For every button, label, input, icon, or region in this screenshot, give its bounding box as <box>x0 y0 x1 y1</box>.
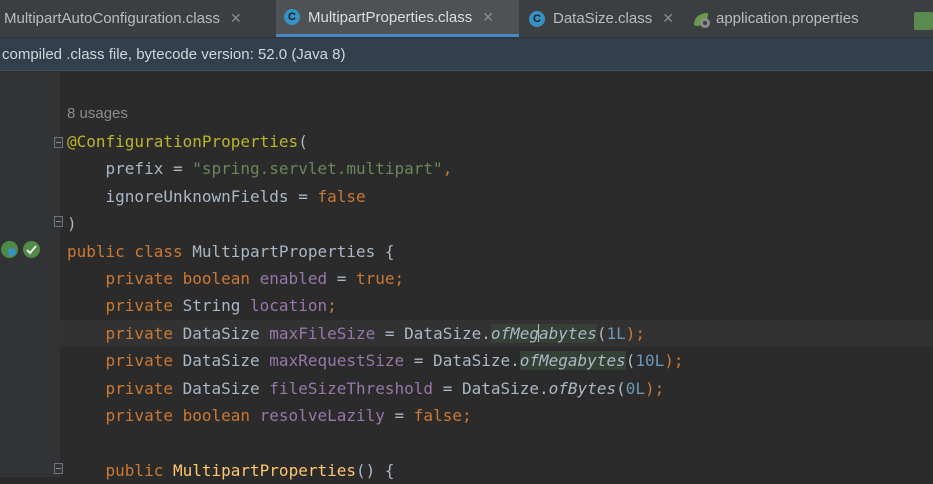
code-token: private boolean <box>67 269 260 288</box>
code-token: DataSize <box>182 323 270 343</box>
code-token: 1L <box>606 323 626 343</box>
tab-label: application.properties <box>716 10 859 27</box>
code-line[interactable]: private boolean resolveLazily = false; <box>67 402 472 429</box>
code-token: ( <box>625 351 636 371</box>
code-token: private boolean <box>67 406 260 425</box>
code-token: private <box>67 296 183 316</box>
code-token: ofMeg <box>490 323 540 343</box>
code-token: ; <box>327 296 337 316</box>
tab-datasize[interactable]: C DataSize.class ✕ <box>521 0 686 37</box>
code-token: prefix = <box>67 159 193 179</box>
code-token: false <box>317 186 366 206</box>
code-token: fileSizeThreshold <box>269 378 434 398</box>
code-token: location <box>250 296 328 316</box>
code-token: false; <box>413 406 472 425</box>
tab-label: MultipartAutoConfiguration.class <box>4 10 220 27</box>
tab-multipart-auto-configuration[interactable]: MultipartAutoConfiguration.class ✕ <box>0 0 274 37</box>
code-token: maxFileSize <box>269 323 376 343</box>
usages-hint[interactable]: 8 usages <box>67 102 128 126</box>
spring-config-icon[interactable] <box>23 241 40 258</box>
code-line[interactable]: public MultipartProperties() { <box>67 457 395 484</box>
code-token: 0L <box>625 378 645 398</box>
code-line[interactable]: private String location; <box>67 292 337 319</box>
code-line[interactable]: ignoreUnknownFields = false <box>67 183 366 210</box>
tab-multipart-properties[interactable]: C MultipartProperties.class ✕ <box>276 0 519 37</box>
close-icon[interactable]: ✕ <box>230 10 242 27</box>
code-line[interactable]: ) <box>67 210 77 237</box>
code-token: private <box>67 351 183 371</box>
fold-icon[interactable] <box>54 463 63 474</box>
code-token: , <box>442 159 453 179</box>
editor-tab-bar: MultipartAutoConfiguration.class ✕ C Mul… <box>0 0 933 38</box>
fold-icon[interactable] <box>54 216 63 227</box>
class-icon: C <box>529 10 545 27</box>
tab-label: MultipartProperties.class <box>308 8 473 26</box>
spring-properties-icon <box>692 11 710 28</box>
code-token: ofMegabytes <box>519 351 626 371</box>
code-token: private <box>67 323 183 343</box>
code-line[interactable]: prefix = "spring.servlet.multipart", <box>67 155 453 182</box>
code-token: resolveLazily <box>259 406 385 425</box>
close-icon[interactable]: ✕ <box>482 9 494 26</box>
code-token: private <box>67 378 183 398</box>
info-banner-text: compiled .class file, bytecode version: … <box>2 45 346 63</box>
code-token: ); <box>645 378 665 398</box>
code-token: DataSize <box>182 351 270 371</box>
code-token: true; <box>356 269 405 288</box>
code-token: = DataSize. <box>433 378 549 398</box>
code-token: maxRequestSize <box>269 351 405 371</box>
editor-gutter[interactable] <box>0 72 60 477</box>
code-token: ( <box>298 132 308 151</box>
code-token: = DataSize. <box>375 323 491 343</box>
code-token: ); <box>625 323 645 343</box>
code-token: = DataSize. <box>404 351 520 371</box>
code-token: abytes <box>539 323 597 343</box>
code-token: "spring.servlet.multipart" <box>192 159 443 179</box>
code-token: = <box>384 406 414 425</box>
code-token: MultipartProperties { <box>192 241 395 261</box>
class-icon: C <box>284 9 300 25</box>
code-token: ( <box>616 378 626 398</box>
close-icon[interactable]: ✕ <box>662 10 674 27</box>
code-token: ); <box>664 351 684 371</box>
code-token: @ConfigurationProperties <box>67 132 299 151</box>
bean-icon[interactable] <box>1 241 18 258</box>
code-line[interactable]: @ConfigurationProperties( <box>67 128 308 155</box>
code-token: DataSize <box>182 378 270 398</box>
code-token: enabled <box>259 269 328 288</box>
code-token: String <box>182 296 251 316</box>
code-token: = <box>327 269 356 288</box>
code-token: ) <box>67 214 77 234</box>
code-token: ignoreUnknownFields = <box>67 186 318 206</box>
overflow-tab-icon[interactable] <box>914 12 933 30</box>
tab-application-properties[interactable]: application.properties <box>688 0 912 37</box>
tab-label: DataSize.class <box>553 10 653 27</box>
code-line[interactable]: private DataSize maxRequestSize = DataSi… <box>67 347 684 374</box>
code-token: 10L <box>635 351 665 371</box>
code-token: ofBytes <box>548 378 617 398</box>
decompiled-info-banner: compiled .class file, bytecode version: … <box>0 38 933 71</box>
code-line[interactable]: public class MultipartProperties { <box>67 238 395 265</box>
code-line[interactable]: private DataSize maxFileSize = DataSize.… <box>67 320 645 347</box>
code-line[interactable]: private boolean enabled = true; <box>67 265 405 292</box>
fold-icon[interactable] <box>54 137 63 148</box>
code-line[interactable]: private DataSize fileSizeThreshold = Dat… <box>67 375 665 402</box>
code-token: public class <box>67 241 193 261</box>
